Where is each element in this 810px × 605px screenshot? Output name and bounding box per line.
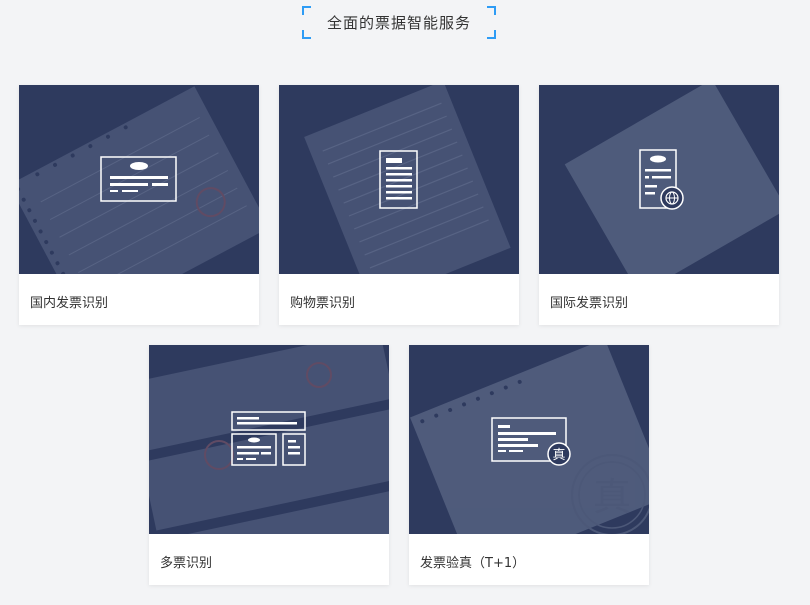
card-label: 国内发票识别 bbox=[30, 296, 109, 311]
card-image bbox=[539, 85, 779, 274]
card-image: 真 真 bbox=[409, 345, 649, 534]
card-domestic-invoice[interactable]: 国内发票识别 bbox=[19, 85, 259, 325]
bracket-bottom-left bbox=[302, 30, 311, 39]
card-label: 发票验真（T+1） bbox=[420, 556, 526, 571]
bracket-top-left bbox=[302, 6, 311, 15]
card-label: 多票识别 bbox=[160, 556, 213, 571]
multi-invoice-icon bbox=[231, 411, 306, 466]
verify-badge-text: 真 bbox=[552, 448, 565, 463]
card-image bbox=[149, 345, 389, 534]
card-international-invoice[interactable]: 国际发票识别 bbox=[539, 85, 779, 325]
international-invoice-icon bbox=[639, 149, 684, 210]
card-multi-invoice[interactable]: 多票识别 bbox=[149, 345, 389, 585]
shopping-receipt-icon bbox=[379, 150, 418, 209]
card-invoice-verify[interactable]: 真 真 发票验真（T+1） bbox=[409, 345, 649, 585]
invoice-verify-icon: 真 bbox=[491, 417, 571, 466]
bracket-top-right bbox=[487, 6, 496, 15]
verify-stamp-watermark: 真 bbox=[593, 475, 631, 519]
domestic-invoice-icon bbox=[100, 156, 177, 202]
page: 全面的票据智能服务 国内发票识别 购物票识别 国际发票识别 多票识别 真 真 发… bbox=[0, 0, 810, 605]
card-label: 购物票识别 bbox=[290, 296, 356, 311]
section-title-text: 全面的票据智能服务 bbox=[326, 14, 471, 32]
bracket-bottom-right bbox=[487, 30, 496, 39]
card-image bbox=[279, 85, 519, 274]
card-label: 国际发票识别 bbox=[550, 296, 629, 311]
card-shopping-receipt[interactable]: 购物票识别 bbox=[279, 85, 519, 325]
section-title: 全面的票据智能服务 bbox=[302, 6, 496, 39]
card-image bbox=[19, 85, 259, 274]
